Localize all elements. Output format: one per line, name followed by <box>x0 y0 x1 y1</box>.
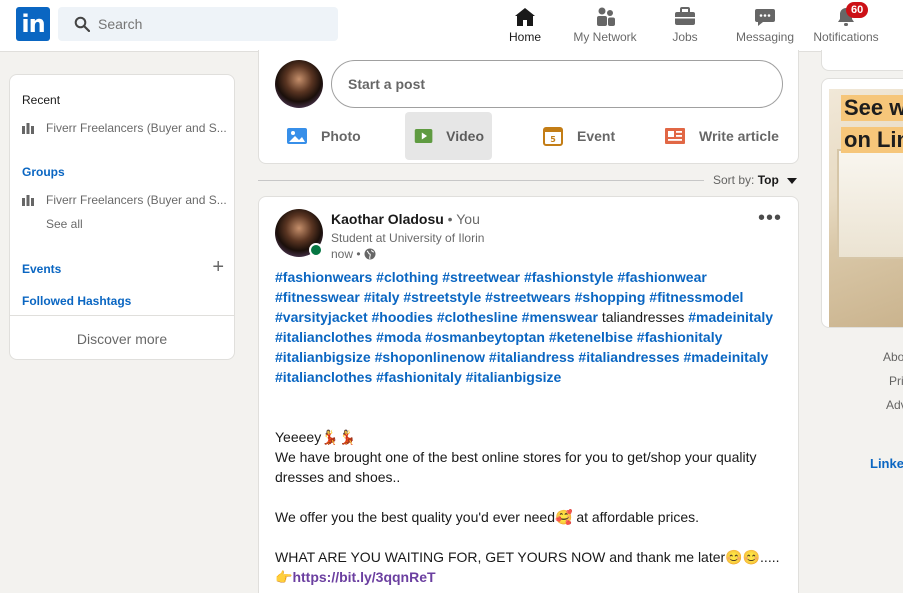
ad-text-line-2: on Lin <box>841 127 903 153</box>
nav-jobs[interactable]: Jobs <box>660 0 710 52</box>
caret-down-icon <box>786 177 797 184</box>
author-headline: Student at University of Ilorin <box>331 231 485 245</box>
video-icon <box>414 128 433 144</box>
share-box: Start a post Photo Video 5 Event Write a… <box>258 50 799 164</box>
groups-link[interactable]: Groups <box>22 165 65 179</box>
post-link[interactable]: https://bit.ly/3qqnReT <box>292 569 435 585</box>
feed-post: Kaothar Oladosu • You Student at Univers… <box>258 196 799 593</box>
nav-my-network[interactable]: My Network <box>567 0 643 52</box>
write-article-button[interactable]: Write article <box>655 112 787 160</box>
nav-messaging[interactable]: Messaging <box>735 0 795 52</box>
briefcase-icon <box>675 7 695 25</box>
calendar-icon: 5 <box>543 127 563 146</box>
recent-title: Recent <box>22 93 61 107</box>
top-nav-bar: in Home My Network Jobs Messaging Notifi… <box>0 0 903 52</box>
notifications-badge: 60 <box>846 2 869 18</box>
see-all-link[interactable]: See all <box>46 217 83 231</box>
author-you: • You <box>443 211 480 227</box>
hashtags-plain-word: taliandresses <box>601 309 685 325</box>
nav-my-network-label: My Network <box>573 30 637 44</box>
right-top-card <box>821 50 903 71</box>
post-line-3: We offer you the best quality you'd ever… <box>275 509 700 525</box>
video-button[interactable]: Video <box>405 112 492 160</box>
photo-icon <box>287 128 307 144</box>
nav-jobs-label: Jobs <box>672 30 698 44</box>
write-article-label: Write article <box>699 128 779 144</box>
post-body: #fashionwears #clothing #streetwear #fas… <box>275 267 785 587</box>
nav-home-label: Home <box>508 30 541 44</box>
home-icon <box>515 8 535 26</box>
recent-item-group[interactable]: Fiverr Freelancers (Buyer and S... <box>22 121 227 135</box>
photo-label: Photo <box>321 128 361 144</box>
post-line-2: We have brought one of the best online s… <box>275 449 757 485</box>
post-author[interactable]: Kaothar Oladosu • You <box>331 211 480 227</box>
group-icon <box>22 195 34 206</box>
online-status-indicator <box>309 243 323 257</box>
post-line-1: Yeeeey💃💃 <box>275 429 357 445</box>
footer-brand: Linke <box>870 456 903 471</box>
svg-text:5: 5 <box>550 135 556 144</box>
groups-item[interactable]: Fiverr Freelancers (Buyer and S... <box>22 193 227 207</box>
right-ad-card[interactable]: See w on Lin <box>821 78 903 328</box>
sort-value: Top <box>757 173 779 187</box>
author-name: Kaothar Oladosu <box>331 211 444 227</box>
recent-item-label: Fiverr Freelancers (Buyer and S... <box>46 121 227 135</box>
events-link[interactable]: Events <box>22 262 61 276</box>
photo-button[interactable]: Photo <box>277 112 369 160</box>
search-input[interactable] <box>58 7 338 41</box>
video-label: Video <box>446 128 484 144</box>
post-line-4: WHAT ARE YOU WAITING FOR, GET YOURS NOW … <box>275 549 780 565</box>
nav-notifications-label: Notifications <box>813 30 879 44</box>
post-time-label: now • <box>331 247 361 261</box>
post-time: now • <box>331 247 376 261</box>
start-post-button[interactable]: Start a post <box>331 60 783 108</box>
footer-link-about[interactable]: Abo <box>883 350 903 364</box>
divider <box>10 315 234 316</box>
post-hashtags: #fashionwears #clothing #streetwear #fas… <box>275 267 785 387</box>
footer-link-privacy[interactable]: Pri <box>889 374 903 388</box>
nav-messaging-label: Messaging <box>735 30 795 44</box>
left-sidebar: Recent Fiverr Freelancers (Buyer and S..… <box>9 74 235 360</box>
chat-icon <box>755 9 775 26</box>
ad-text-line-1: See w <box>841 95 903 121</box>
network-icon <box>597 7 615 26</box>
nav-notifications[interactable]: Notifications 60 <box>810 0 882 52</box>
linkedin-logo[interactable]: in <box>16 7 50 41</box>
ad-image-window <box>837 149 903 259</box>
pointing-hand-icon: 👉 <box>275 569 293 585</box>
event-button[interactable]: 5 Event <box>533 112 623 160</box>
add-event-icon[interactable]: + <box>212 257 224 277</box>
search-icon <box>74 16 90 32</box>
article-icon <box>665 128 685 144</box>
more-options-icon[interactable]: ••• <box>758 207 782 230</box>
event-label: Event <box>577 128 616 144</box>
footer-link-advertising[interactable]: Adv <box>886 398 903 412</box>
group-icon <box>22 123 34 134</box>
user-avatar[interactable] <box>275 60 323 108</box>
sort-divider <box>258 180 704 181</box>
nav-home[interactable]: Home <box>485 0 565 52</box>
sort-dropdown[interactable]: Sort by: Top <box>713 173 797 187</box>
post-link-row: 👉https://bit.ly/3qqnReT <box>275 567 785 587</box>
globe-icon <box>364 248 376 260</box>
followed-hashtags-link[interactable]: Followed Hashtags <box>22 294 131 308</box>
groups-item-label: Fiverr Freelancers (Buyer and S... <box>46 193 227 207</box>
discover-more-button[interactable]: Discover more <box>10 331 234 347</box>
sort-label: Sort by: <box>713 173 755 187</box>
